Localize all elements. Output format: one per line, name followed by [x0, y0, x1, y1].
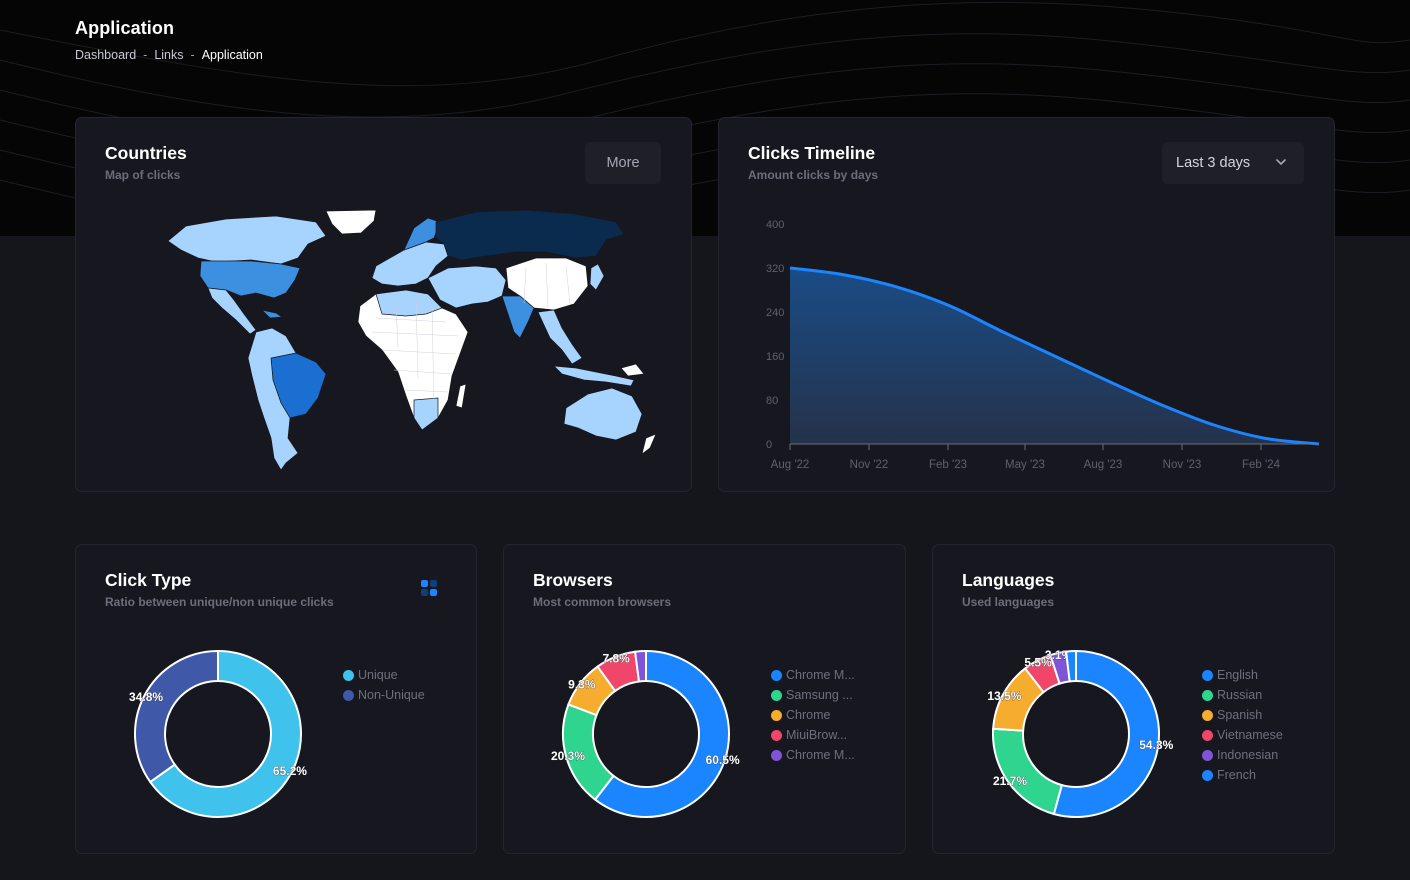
page-header: Application Dashboard - Links - Applicat… — [75, 18, 263, 62]
y-tick-label: 400 — [766, 219, 784, 231]
legend-item[interactable]: Chrome M... — [771, 665, 855, 685]
map-png[interactable] — [620, 363, 645, 377]
y-tick-label: 0 — [766, 439, 772, 451]
languages-card: Languages Used languages 54.3% 21.7% 13.5%… — [932, 544, 1335, 854]
data-label: 20.3% — [551, 749, 585, 763]
countries-card: Countries Map of clicks More — [75, 117, 692, 492]
map-canada[interactable] — [167, 215, 327, 265]
legend-item[interactable]: Vietnamese — [1202, 725, 1283, 745]
clicks-timeline-chart[interactable]: 0 80 160 240 320 400 Aug '22 Nov '22 Feb '23 May … — [719, 118, 1336, 493]
pie-slice[interactable] — [992, 727, 1064, 816]
map-new-zealand[interactable] — [641, 433, 657, 455]
click-type-legend: Unique Non-Unique — [343, 665, 425, 705]
legend-item[interactable]: Spanish — [1202, 705, 1283, 725]
map-japan[interactable] — [589, 263, 605, 291]
data-label: 21.7% — [993, 774, 1027, 788]
click-type-card: Click Type Ratio between unique/non uniq… — [75, 544, 477, 854]
y-tick-label: 160 — [766, 351, 784, 363]
breadcrumb-current: Application — [201, 48, 263, 62]
y-tick-label: 80 — [766, 395, 778, 407]
legend-item[interactable]: Unique — [343, 665, 425, 685]
clicks-timeline-card: Clicks Timeline Amount clicks by days La… — [718, 117, 1335, 492]
breadcrumb-dashboard[interactable]: Dashboard — [75, 48, 136, 62]
map-australia[interactable] — [563, 387, 643, 441]
legend-item[interactable]: French — [1202, 765, 1283, 785]
legend-item[interactable]: Indonesian — [1202, 745, 1283, 765]
x-tick-label: Nov '23 — [1163, 459, 1202, 471]
browsers-legend: Chrome M... Samsung ... Chrome MiuiBrow.… — [771, 665, 855, 765]
map-se-asia[interactable] — [537, 309, 583, 365]
map-greenland[interactable] — [325, 209, 377, 235]
data-label: 13.5% — [987, 689, 1021, 703]
data-label: 54.3% — [1139, 738, 1173, 752]
map-russia[interactable] — [435, 209, 625, 261]
x-tick-label: Feb '23 — [929, 459, 967, 471]
x-tick-label: Aug '23 — [1084, 459, 1123, 471]
browsers-card: Browsers Most common browsers 60.5% 20.3%… — [503, 544, 906, 854]
breadcrumb-separator: - — [190, 48, 195, 62]
data-label: 60.5% — [706, 753, 740, 767]
y-tick-label: 320 — [766, 263, 784, 275]
legend-item[interactable]: Chrome M... — [771, 745, 855, 765]
x-tick-label: Aug '22 — [771, 459, 810, 471]
world-map[interactable] — [76, 118, 693, 493]
legend-item[interactable]: Russian — [1202, 685, 1283, 705]
y-tick-label: 240 — [766, 307, 784, 319]
legend-item[interactable]: MiuiBrow... — [771, 725, 855, 745]
map-mexico[interactable] — [207, 287, 257, 335]
map-south-africa[interactable] — [413, 397, 439, 431]
legend-item[interactable]: Samsung ... — [771, 685, 855, 705]
languages-legend: English Russian Spanish Vietnamese Indon… — [1202, 665, 1283, 785]
data-label: 9.3% — [568, 678, 596, 692]
map-middle-east[interactable] — [427, 265, 507, 309]
legend-item[interactable]: Non-Unique — [343, 685, 425, 705]
map-caribbean[interactable] — [260, 309, 284, 319]
data-label: 7.8% — [603, 652, 631, 666]
x-tick-label: Nov '22 — [850, 459, 889, 471]
legend-item[interactable]: Chrome — [771, 705, 855, 725]
breadcrumb: Dashboard - Links - Application — [75, 48, 263, 62]
data-label: 34.8% — [129, 690, 163, 704]
breadcrumb-separator: - — [143, 48, 148, 62]
map-madagascar[interactable] — [455, 383, 467, 409]
x-tick-label: May '23 — [1005, 459, 1045, 471]
legend-item[interactable]: English — [1202, 665, 1283, 685]
page-title: Application — [75, 18, 175, 38]
pie-slice[interactable] — [134, 649, 219, 784]
x-tick-label: Feb '24 — [1242, 459, 1281, 471]
data-label: 65.2% — [273, 764, 307, 778]
breadcrumb-links[interactable]: Links — [154, 48, 183, 62]
